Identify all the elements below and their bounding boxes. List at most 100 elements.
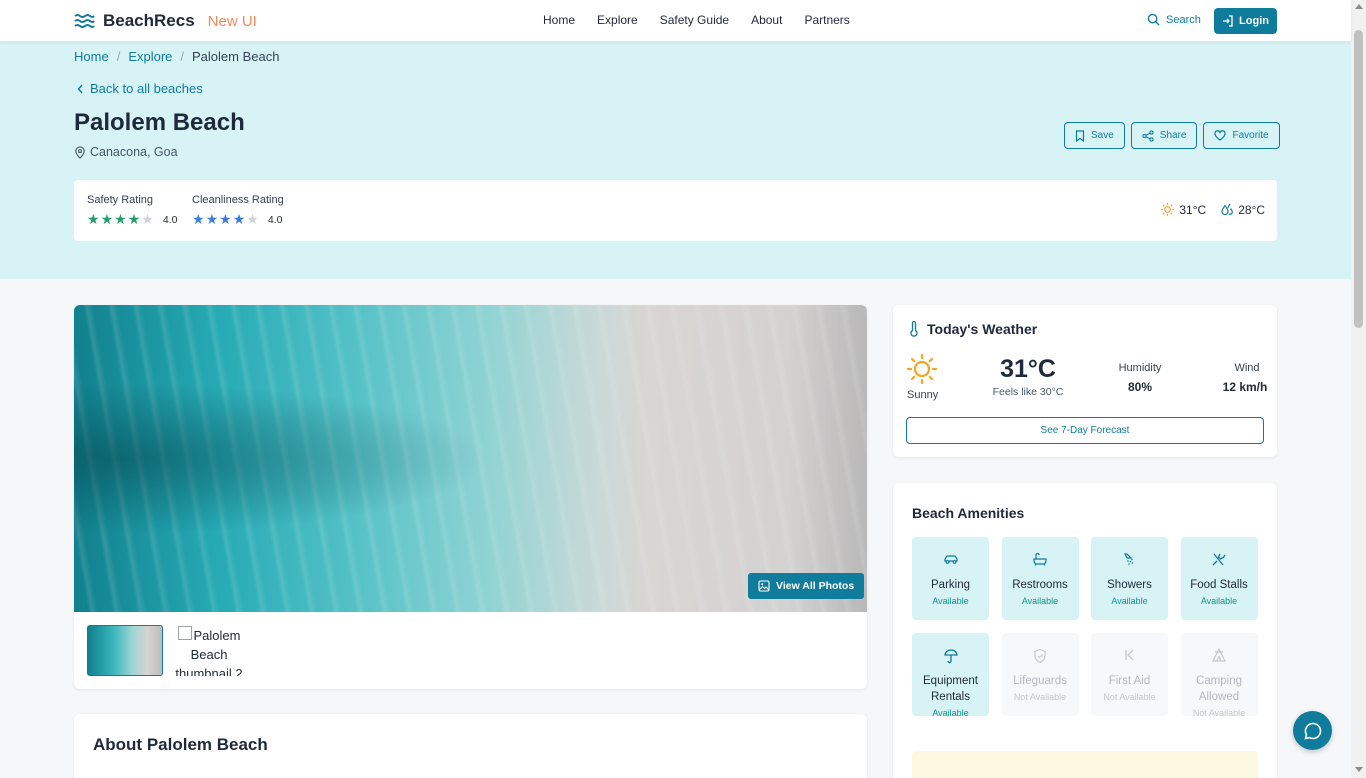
cleanliness-rating-value: 4.0 xyxy=(267,213,283,226)
air-temperature-value: 31°C xyxy=(1179,202,1207,217)
favorite-button[interactable]: Favorite xyxy=(1203,122,1280,149)
brand-tag: New UI xyxy=(207,12,257,30)
scrollbar-thumb[interactable] xyxy=(1354,30,1363,328)
safety-rating-value: 4.0 xyxy=(162,213,178,226)
star-icon: ★ xyxy=(205,211,219,227)
main-beach-photo[interactable] xyxy=(74,305,867,612)
cleanliness-stars: ★ ★ ★ ★ ★ 4.0 xyxy=(192,211,284,228)
star-icon: ★ xyxy=(192,211,205,227)
amenity-parking: Parking Available xyxy=(912,537,989,620)
chat-button[interactable] xyxy=(1293,711,1332,750)
map-pin-icon xyxy=(75,145,85,159)
weather-feels-like: Feels like 30°C xyxy=(992,386,1064,398)
amenity-name: Restrooms xyxy=(1012,579,1068,591)
cleanliness-rating-label: Cleanliness Rating xyxy=(192,194,284,206)
view-all-photos-button[interactable]: View All Photos xyxy=(748,573,865,599)
back-link-label: Back to all beaches xyxy=(90,81,203,96)
amenities-title: Beach Amenities xyxy=(912,505,1025,521)
share-button[interactable]: Share xyxy=(1130,122,1198,149)
amenity-equipment-rentals: Equipment Rentals Available xyxy=(912,633,989,718)
favorite-label: Favorite xyxy=(1232,130,1269,141)
amenities-notice xyxy=(912,751,1258,778)
weather-card: Today's Weather Sunny 31°C Feels like 30… xyxy=(893,305,1277,457)
bookmark-icon xyxy=(1075,129,1085,142)
star-icon: ★ xyxy=(219,211,232,227)
shower-icon xyxy=(1123,553,1133,565)
scroll-down-arrow-icon[interactable] xyxy=(1355,767,1363,772)
breadcrumb-separator: / xyxy=(180,49,185,64)
breadcrumb-home[interactable]: Home xyxy=(74,49,109,64)
about-title: About Palolem Beach xyxy=(93,735,268,754)
brand-logo[interactable]: BeachRecs New UI xyxy=(74,11,257,31)
utensils-icon xyxy=(1212,553,1226,566)
heart-icon xyxy=(1214,130,1227,141)
star-empty-icon: ★ xyxy=(246,211,259,227)
brand-name: BeachRecs xyxy=(103,11,195,30)
search-label: Search xyxy=(1166,13,1201,26)
amenity-food-stalls: Food Stalls Available xyxy=(1180,537,1258,620)
scrollbar[interactable] xyxy=(1351,0,1366,778)
nav-link-explore[interactable]: Explore xyxy=(597,13,638,27)
chevron-left-icon xyxy=(77,84,83,93)
amenity-name: Lifeguards xyxy=(1013,675,1067,687)
breadcrumb-explore[interactable]: Explore xyxy=(128,49,172,64)
login-button[interactable]: Login xyxy=(1214,8,1277,34)
star-icon: ★ xyxy=(87,211,100,227)
nav-link-about[interactable]: About xyxy=(751,13,782,27)
chat-icon xyxy=(1303,722,1321,740)
tent-icon xyxy=(1212,648,1226,662)
amenity-first-aid: First Aid Not Available xyxy=(1091,633,1168,716)
view-all-photos-label: View All Photos xyxy=(776,580,855,592)
amenity-name: Parking xyxy=(931,579,970,591)
photo-thumbnail-1[interactable] xyxy=(87,625,163,676)
breadcrumb: Home / Explore / Palolem Beach xyxy=(74,49,279,64)
scroll-up-arrow-icon[interactable] xyxy=(1355,4,1363,9)
login-label: Login xyxy=(1239,15,1269,27)
back-to-beaches-link[interactable]: Back to all beaches xyxy=(77,81,203,96)
page-title: Palolem Beach xyxy=(74,109,245,136)
search-button[interactable]: Search xyxy=(1147,13,1201,26)
ratings-card: Safety Rating ★ ★ ★ ★ ★ 4.0 Cleanliness … xyxy=(74,180,1277,241)
nav-link-safety-guide[interactable]: Safety Guide xyxy=(660,13,729,27)
shield-icon xyxy=(1034,648,1046,664)
broken-image-icon xyxy=(177,626,192,640)
beach-location: Canacona, Goa xyxy=(74,145,178,159)
breadcrumb-separator: / xyxy=(116,49,121,64)
image-icon xyxy=(758,580,770,592)
amenity-name: First Aid xyxy=(1108,675,1151,687)
search-icon xyxy=(1147,13,1160,26)
wind-label: Wind xyxy=(1234,362,1260,374)
save-button[interactable]: Save xyxy=(1064,122,1125,149)
first-aid-icon xyxy=(1124,649,1133,661)
safety-stars: ★ ★ ★ ★ ★ 4.0 xyxy=(87,211,177,228)
save-label: Save xyxy=(1091,130,1114,141)
top-navbar: BeachRecs New UI Home Explore Safety Guid… xyxy=(0,0,1351,42)
nav-link-partners[interactable]: Partners xyxy=(804,13,849,27)
amenity-status: Available xyxy=(932,596,969,606)
photo-thumbnail-2[interactable]: Palolem Beach thumbnail 2 xyxy=(171,625,247,676)
amenities-card: Beach Amenities Parking Available Restro… xyxy=(893,483,1277,778)
sunny-icon xyxy=(905,353,939,390)
breadcrumb-current: Palolem Beach xyxy=(192,49,280,64)
safety-rating-label: Safety Rating xyxy=(87,194,154,206)
amenities-grid: Parking Available Restrooms Available Sh… xyxy=(912,537,1258,718)
amenity-status: Available xyxy=(1021,596,1059,606)
cleanliness-rating: Cleanliness Rating ★ ★ ★ ★ ★ 4.0 xyxy=(192,194,284,228)
nav-link-home[interactable]: Home xyxy=(543,13,575,27)
amenity-status: Not Available xyxy=(1192,708,1246,718)
water-temperature: 28°C xyxy=(1220,202,1265,217)
air-temperature: 31°C xyxy=(1160,202,1206,217)
weather-title-text: Today's Weather xyxy=(927,321,1038,337)
forecast-button[interactable]: See 7-Day Forecast xyxy=(906,417,1264,444)
sun-icon xyxy=(1161,202,1175,217)
amenity-lifeguards: Lifeguards Not Available xyxy=(1001,633,1079,716)
droplets-icon xyxy=(1221,203,1234,215)
humidity-label: Humidity xyxy=(1118,362,1162,374)
amenity-status: Not Available xyxy=(1103,692,1156,702)
amenity-restrooms: Restrooms Available xyxy=(1001,537,1079,620)
humidity-value: 80% xyxy=(1127,380,1153,394)
star-icon: ★ xyxy=(232,211,246,227)
amenity-name: Camping Allowed xyxy=(1195,675,1243,703)
star-empty-icon: ★ xyxy=(141,211,154,227)
bath-icon xyxy=(1033,552,1047,566)
